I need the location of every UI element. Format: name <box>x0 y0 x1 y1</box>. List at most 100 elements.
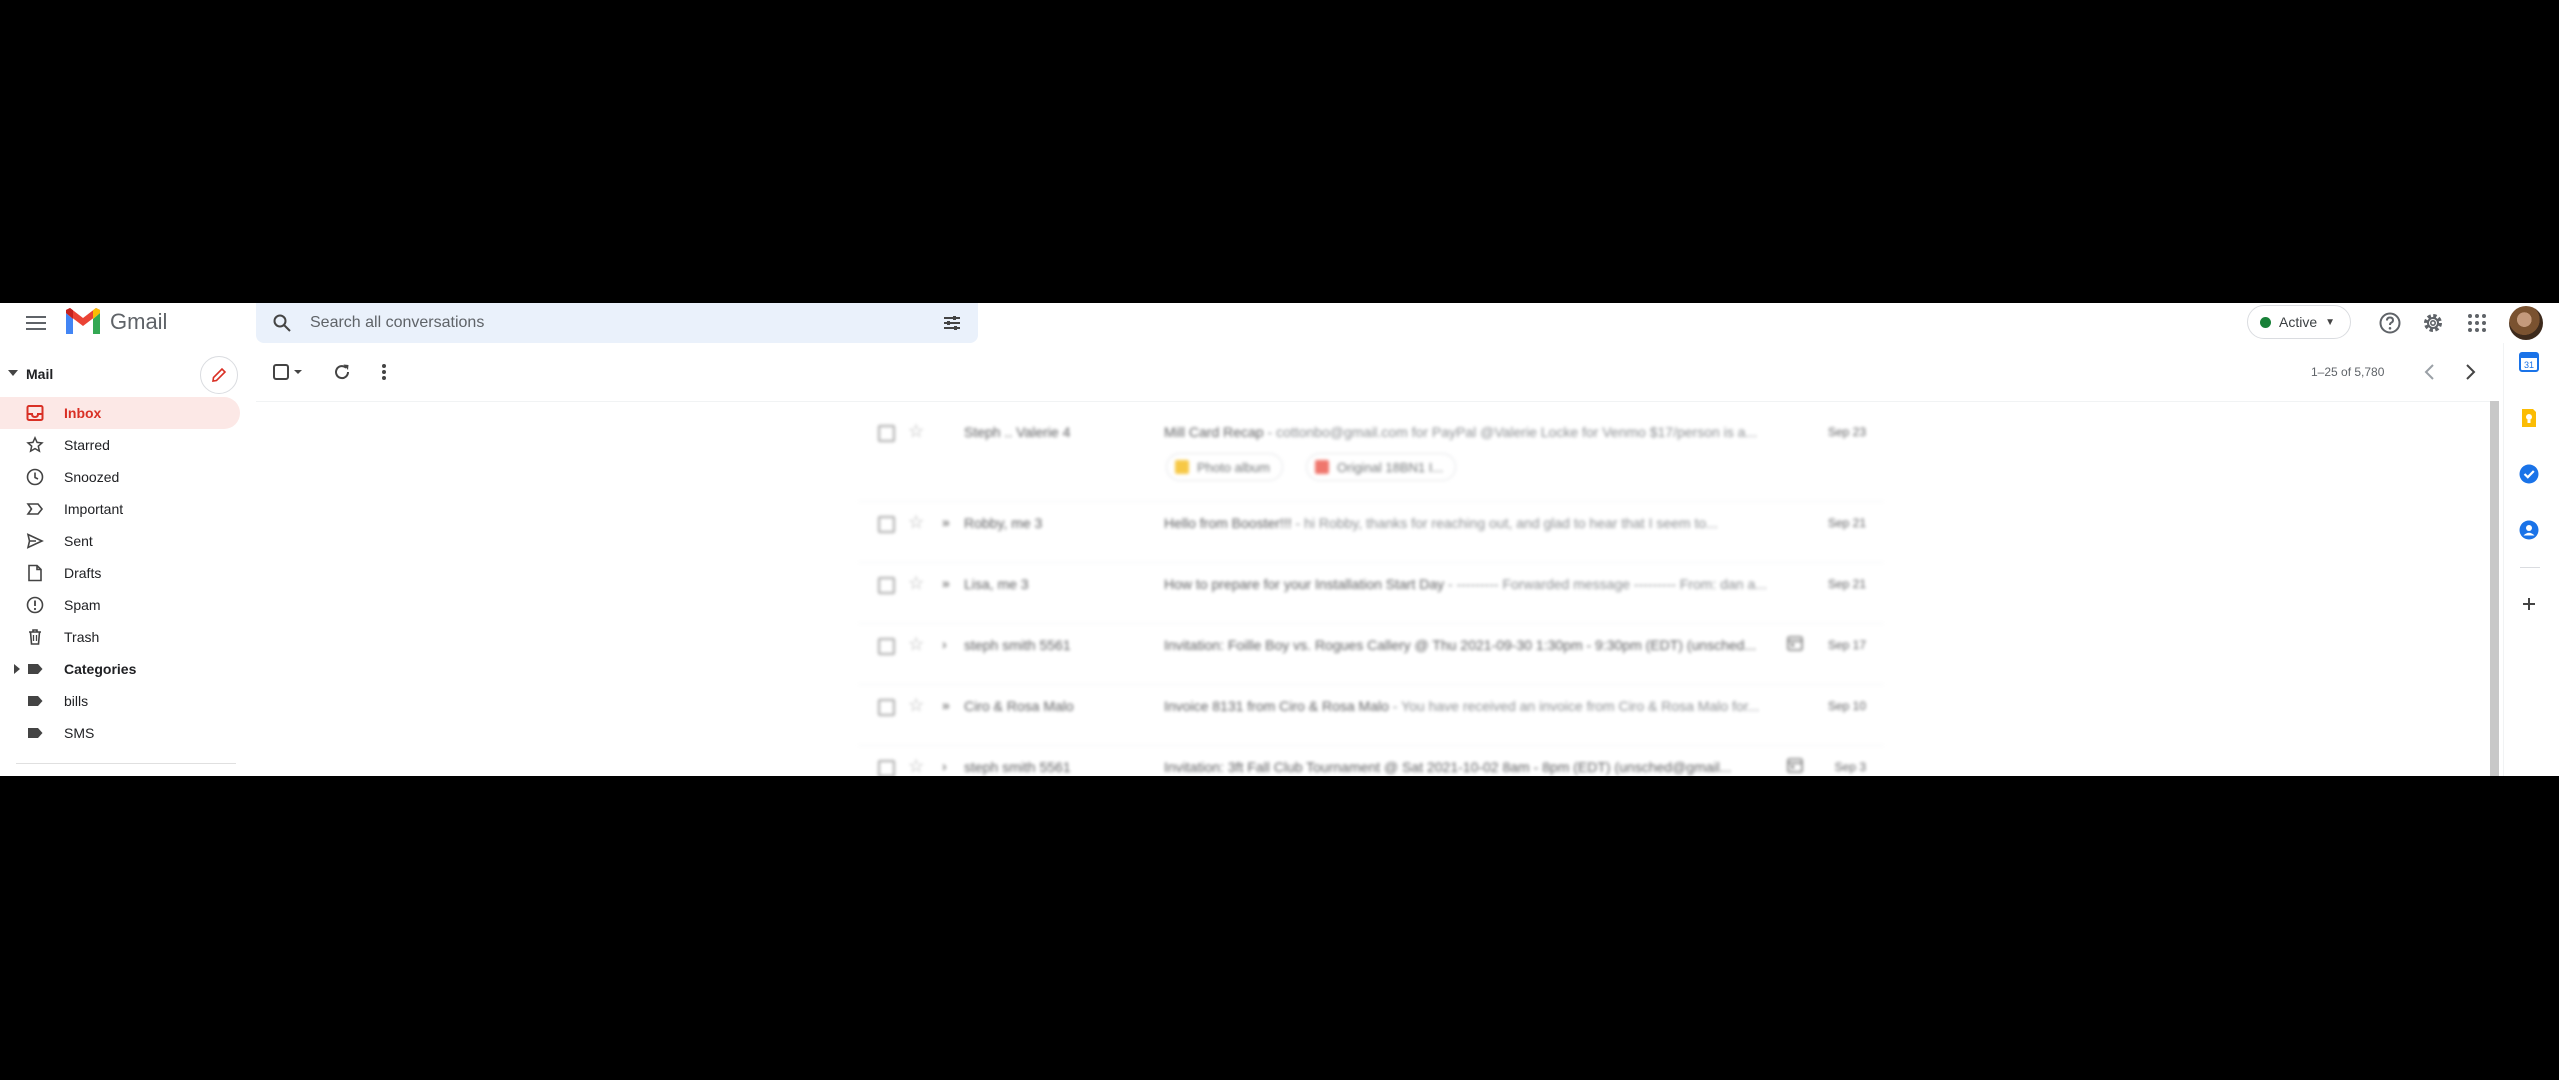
star-icon[interactable]: ☆ <box>908 756 924 776</box>
contacts-icon[interactable] <box>2518 519 2540 541</box>
sidebar-item-label: Snoozed <box>64 469 120 485</box>
sidebar-item-sms[interactable]: SMS <box>0 717 240 749</box>
sidebar-item-snoozed[interactable]: Snoozed <box>0 461 240 493</box>
search-input[interactable] <box>308 313 912 333</box>
message-row[interactable]: ☆ » Robby, me 3 Hello from Booster!!! - … <box>858 502 1884 563</box>
apps-icon[interactable] <box>2465 311 2489 335</box>
scrollbar[interactable] <box>2490 401 2499 776</box>
sidebar-item-label: Sent <box>64 533 93 549</box>
more-options-icon[interactable] <box>374 362 394 382</box>
chevron-left-icon[interactable] <box>2420 362 2440 382</box>
sidebar-item-inbox[interactable]: Inbox <box>0 397 240 429</box>
clock-icon <box>26 468 44 486</box>
sidebar-item-sent[interactable]: Sent <box>0 525 240 557</box>
account-avatar[interactable] <box>2509 306 2543 340</box>
message-sender: Robby, me 3 <box>964 515 1043 531</box>
sidebar-item-label: Spam <box>64 597 101 613</box>
sidebar-item-label: bills <box>64 693 89 709</box>
star-icon <box>26 436 44 453</box>
main-menu-icon[interactable] <box>22 311 50 335</box>
search-icon[interactable] <box>272 313 292 333</box>
expand-caret-icon[interactable] <box>14 664 20 674</box>
sidebar-item-categories[interactable]: Categories <box>0 653 240 685</box>
status-selector[interactable]: Active ▼ <box>2247 305 2351 339</box>
sidebar-item-bills[interactable]: bills <box>0 685 240 717</box>
compose-button[interactable] <box>200 356 238 394</box>
photo-album-icon <box>1175 460 1189 474</box>
message-subject: How to prepare for your Installation Sta… <box>1164 576 1445 592</box>
mail-section-label: Mail <box>26 366 54 382</box>
important-marker-icon[interactable]: » <box>942 575 950 591</box>
search-bar <box>256 303 978 343</box>
message-subject-line: Mill Card Recap - cottonbo@gmail.com for… <box>1164 424 1774 440</box>
row-checkbox[interactable] <box>878 577 895 594</box>
side-panel: 31 <box>2503 343 2559 776</box>
search-options-icon[interactable] <box>942 313 962 333</box>
star-icon[interactable]: ☆ <box>908 634 924 655</box>
sidebar: Mail Inbox Starred Snoozed Important Sen… <box>0 343 256 776</box>
settings-icon[interactable] <box>2421 311 2445 335</box>
sidebar-item-trash[interactable]: Trash <box>0 621 240 653</box>
star-icon[interactable]: ☆ <box>908 573 924 594</box>
message-row[interactable]: ☆ Steph .. Valerie 4 Mill Card Recap - c… <box>858 411 1884 502</box>
important-marker-icon[interactable]: › <box>942 758 947 774</box>
sidebar-item-label: Starred <box>64 437 110 453</box>
refresh-icon[interactable] <box>332 362 352 382</box>
gmail-window: Gmail Active ▼ <box>0 303 2559 776</box>
send-icon <box>26 533 44 549</box>
message-date: Sep 17 <box>1827 638 1866 652</box>
row-checkbox[interactable] <box>878 638 895 655</box>
message-row[interactable]: ☆ » Ciro & Rosa Malo Invoice 8131 from C… <box>858 685 1884 746</box>
gmail-logo[interactable]: Gmail <box>64 307 167 337</box>
sidebar-item-label: Drafts <box>64 565 102 581</box>
add-icon[interactable] <box>2518 593 2540 615</box>
calendar-app-icon[interactable]: 31 <box>2518 351 2540 373</box>
sidebar-item-label: Trash <box>64 629 100 645</box>
important-icon <box>26 503 44 515</box>
chevron-down-icon: ▼ <box>2325 316 2336 328</box>
tasks-icon[interactable] <box>2518 463 2540 485</box>
star-icon[interactable]: ☆ <box>908 421 924 442</box>
message-subject: Hello from Booster!!! <box>1164 515 1292 531</box>
message-snippet: - --------- Forwarded message --------- … <box>1444 576 1767 592</box>
sidebar-item-starred[interactable]: Starred <box>0 429 240 461</box>
message-list: ☆ Steph .. Valerie 4 Mill Card Recap - c… <box>858 411 1884 776</box>
help-icon[interactable] <box>2378 311 2402 335</box>
checkbox-icon <box>273 364 302 380</box>
sidebar-item-label: SMS <box>64 725 95 741</box>
important-marker-icon[interactable]: » <box>942 697 950 713</box>
row-checkbox[interactable] <box>878 425 895 442</box>
star-icon[interactable]: ☆ <box>908 695 924 716</box>
pagination-count: 1–25 of 5,780 <box>2311 365 2385 379</box>
attachment-chip[interactable]: Original 18BN1 I... <box>1306 453 1457 481</box>
message-row[interactable]: ☆ › steph smith 5561 Invitation: 3ft Fal… <box>858 746 1884 776</box>
app-name: Gmail <box>110 309 168 334</box>
message-snippet: - hi Robby, thanks for reaching out, and… <box>1291 515 1718 531</box>
message-row[interactable]: ☆ › steph smith 5561 Invitation: Foille … <box>858 624 1884 685</box>
row-checkbox[interactable] <box>878 699 895 716</box>
sidebar-item-drafts[interactable]: Drafts <box>0 557 240 589</box>
message-date: Sep 10 <box>1827 699 1866 713</box>
sidebar-item-important[interactable]: Important <box>0 493 240 525</box>
message-sender: Steph .. Valerie 4 <box>964 424 1071 440</box>
chevron-right-icon[interactable] <box>2460 362 2480 382</box>
row-checkbox[interactable] <box>878 760 895 776</box>
keep-icon[interactable] <box>2518 407 2540 429</box>
row-checkbox[interactable] <box>878 516 895 533</box>
message-subject-line: Hello from Booster!!! - hi Robby, thanks… <box>1164 515 1774 531</box>
message-row[interactable]: ☆ » Lisa, me 3 How to prepare for your I… <box>858 563 1884 624</box>
sidebar-item-spam[interactable]: Spam <box>0 589 240 621</box>
message-subject: Invitation: 3ft Fall Club Tournament @ S… <box>1164 759 1732 775</box>
important-marker-icon[interactable]: » <box>942 514 950 530</box>
attachment-chip[interactable]: Photo album <box>1166 453 1283 481</box>
sidebar-item-label: Categories <box>64 661 137 677</box>
message-date: Sep 21 <box>1827 516 1866 530</box>
message-sender: Lisa, me 3 <box>964 576 1029 592</box>
message-subject: Invitation: Foille Boy vs. Rogues Caller… <box>1164 637 1757 653</box>
svg-text:31: 31 <box>2524 360 2534 370</box>
label-icon <box>28 728 43 738</box>
star-icon[interactable]: ☆ <box>908 512 924 533</box>
select-all-checkbox[interactable] <box>272 362 306 387</box>
message-sender: steph smith 5561 <box>964 637 1071 653</box>
important-marker-icon[interactable]: › <box>942 636 947 652</box>
